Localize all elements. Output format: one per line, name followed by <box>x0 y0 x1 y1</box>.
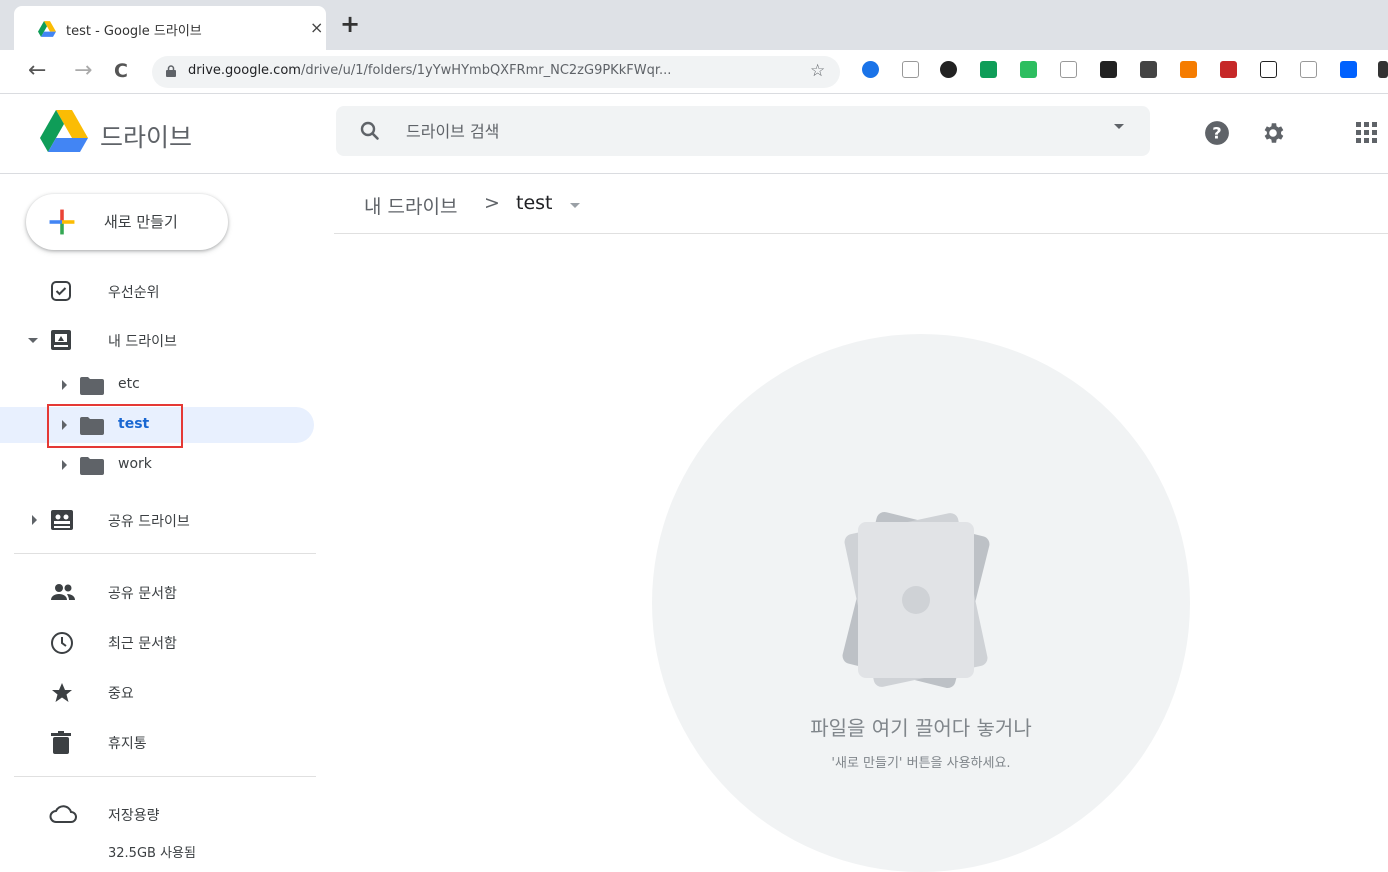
browser-tab[interactable]: test - Google 드라이브 × <box>14 6 326 50</box>
sidebar-item-shared-drives[interactable]: 공유 드라이브 <box>0 500 318 540</box>
dropbox-icon[interactable] <box>1340 61 1357 78</box>
sidebar-item-label: 최근 문서함 <box>108 636 177 652</box>
extension-1-icon[interactable] <box>862 61 879 78</box>
priority-check-icon <box>51 281 71 301</box>
trash-icon <box>51 731 71 754</box>
extension-2-icon[interactable] <box>902 61 919 78</box>
search-icon[interactable] <box>358 119 382 143</box>
plus-icon <box>49 209 75 235</box>
folder-icon <box>80 377 104 395</box>
expand-caret-icon[interactable] <box>62 380 67 390</box>
forward-button[interactable]: → <box>74 58 92 83</box>
clock-icon <box>51 632 73 654</box>
expand-caret-icon[interactable] <box>32 515 37 525</box>
drive-logo-icon[interactable] <box>40 110 88 152</box>
empty-files-illustration-icon <box>842 511 990 689</box>
sidebar-item-trash[interactable]: 휴지통 <box>0 722 318 762</box>
back-button[interactable]: ← <box>28 58 46 83</box>
new-button-label: 새로 만들기 <box>104 213 178 231</box>
folder-menu-caret-icon[interactable] <box>570 203 580 208</box>
folder-label: work <box>118 456 152 472</box>
notion-icon[interactable] <box>1260 61 1277 78</box>
sidebar-item-label: 내 드라이브 <box>108 334 177 350</box>
sidebar-item-shared-with-me[interactable]: 공유 문서함 <box>0 572 318 612</box>
breadcrumb-current-folder[interactable]: test <box>516 192 553 214</box>
extension-9-icon[interactable] <box>1180 61 1197 78</box>
cloud-icon <box>49 805 77 823</box>
svg-text:?: ? <box>1212 123 1221 142</box>
extension-12-icon[interactable] <box>1300 61 1317 78</box>
search-options-caret-icon[interactable] <box>1114 124 1124 129</box>
sidebar-divider <box>14 553 316 554</box>
empty-state-subtitle: '새로 만들기' 버튼을 사용하세요. <box>831 756 1011 771</box>
drive-favicon-icon <box>38 21 56 37</box>
extension-6-icon[interactable] <box>1060 61 1077 78</box>
help-icon[interactable]: ? <box>1204 120 1230 146</box>
tab-close-button[interactable]: × <box>310 18 323 37</box>
sidebar-item-my-drive[interactable]: 내 드라이브 <box>0 320 318 360</box>
sidebar-item-recent[interactable]: 최근 문서함 <box>0 622 318 662</box>
storage-used-text: 32.5GB 사용됨 <box>108 846 196 861</box>
storage-label[interactable]: 저장용량 <box>108 805 160 825</box>
sidebar-item-label: 공유 드라이브 <box>108 514 190 530</box>
pocket-icon[interactable] <box>1220 61 1237 78</box>
address-bar[interactable]: drive.google.com/drive/u/1/folders/1yYwH… <box>152 56 840 88</box>
folder-row-etc[interactable]: etc <box>0 367 318 403</box>
sidebar-item-label: 휴지통 <box>108 736 147 752</box>
folder-label: etc <box>118 376 140 392</box>
new-tab-button[interactable]: + <box>340 10 360 38</box>
bookmark-star-icon[interactable]: ☆ <box>810 61 825 81</box>
people-icon <box>51 584 75 600</box>
drive-header: 드라이브 ? <box>0 94 1388 174</box>
empty-state-title: 파일을 여기 끌어다 놓거나 <box>810 716 1032 740</box>
extension-14-icon[interactable] <box>1378 61 1388 78</box>
evernote-icon[interactable] <box>1020 61 1037 78</box>
reply-icon[interactable] <box>1100 61 1117 78</box>
sidebar-item-label: 우선순위 <box>108 285 160 301</box>
sidebar-item-label: 중요 <box>108 686 134 702</box>
extension-8-icon[interactable] <box>1140 61 1157 78</box>
sidebar-item-starred[interactable]: 중요 <box>0 672 318 712</box>
star-icon <box>52 683 72 702</box>
my-drive-icon <box>51 330 71 350</box>
extension-4-icon[interactable] <box>980 61 997 78</box>
breadcrumb-separator-icon: > <box>484 192 500 214</box>
search-input[interactable] <box>406 106 1086 156</box>
lock-icon <box>166 65 176 77</box>
sidebar-item-label: 공유 문서함 <box>108 586 177 602</box>
sidebar-item-priority[interactable]: 우선순위 <box>0 271 318 311</box>
annotation-highlight-box <box>47 404 183 448</box>
url-text: drive.google.com/drive/u/1/folders/1yYwH… <box>188 63 672 78</box>
extension-eye-icon[interactable] <box>940 61 957 78</box>
browser-tab-strip: test - Google 드라이브 × + <box>0 0 1388 50</box>
expand-caret-icon[interactable] <box>62 460 67 470</box>
apps-grid-icon[interactable] <box>1356 122 1378 144</box>
search-bar[interactable] <box>336 106 1150 156</box>
settings-gear-icon[interactable] <box>1260 120 1286 146</box>
breadcrumb-my-drive[interactable]: 내 드라이브 <box>364 192 457 219</box>
reload-button[interactable]: C <box>114 60 128 82</box>
shared-drives-icon <box>51 510 73 530</box>
main-divider <box>334 233 1388 234</box>
folder-row-work[interactable]: work <box>0 447 318 483</box>
folder-icon <box>80 457 104 475</box>
collapse-caret-icon[interactable] <box>28 338 38 343</box>
new-button[interactable]: 새로 만들기 <box>26 194 228 250</box>
sidebar-divider <box>14 776 316 777</box>
app-name: 드라이브 <box>100 123 193 152</box>
tab-title: test - Google 드라이브 <box>66 24 202 39</box>
